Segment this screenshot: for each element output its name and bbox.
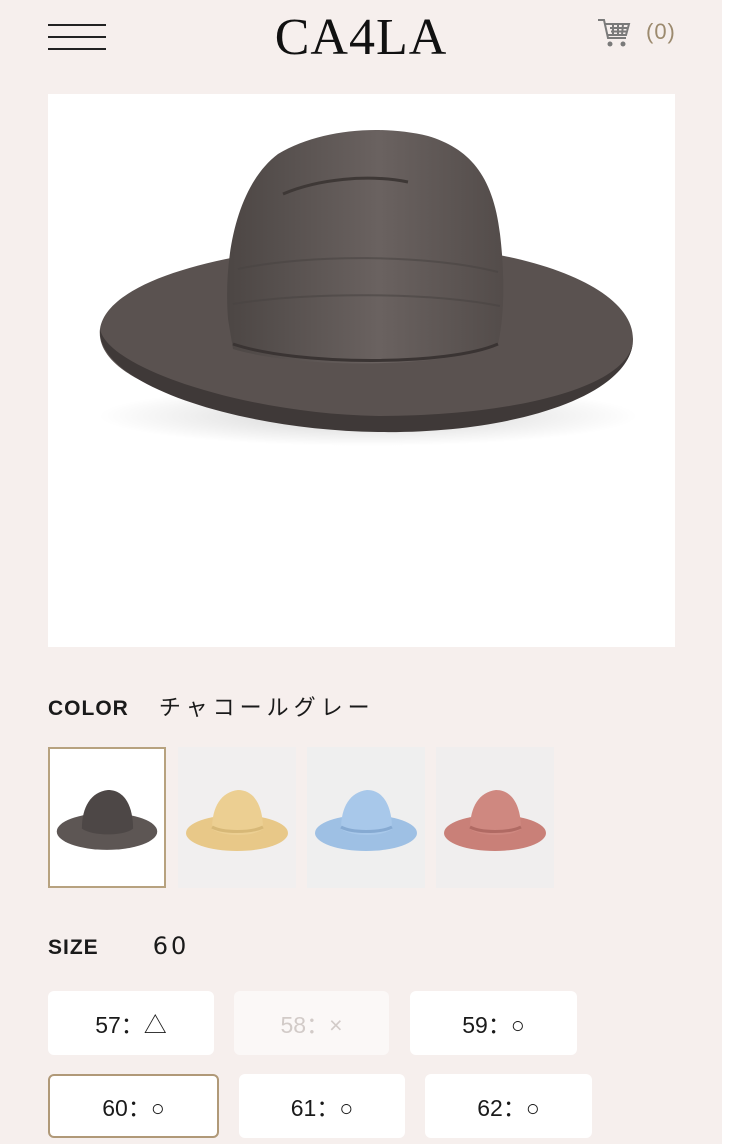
cart-count: (0) (646, 19, 676, 44)
hat-image-icon (98, 130, 638, 446)
page-edge (722, 0, 750, 1144)
swatch-beige[interactable] (178, 747, 296, 888)
charcoal-hat-icon (56, 789, 158, 850)
size-option-61[interactable]: 61：○ (239, 1074, 405, 1138)
product-main-image (48, 94, 675, 647)
size-option-57[interactable]: 57：△ (48, 991, 214, 1055)
cart-icon (598, 19, 631, 47)
size-option-59[interactable]: 59：○ (410, 991, 577, 1055)
size-option-60[interactable]: 60：○ (48, 1074, 219, 1138)
size-label: SIZE (48, 936, 99, 959)
swatch-rose[interactable] (436, 747, 554, 888)
swatch-light-blue[interactable] (307, 747, 425, 888)
rose-hat-icon (436, 747, 554, 888)
size-row: SIZE 60 (48, 932, 189, 960)
swatch-charcoal[interactable] (48, 747, 166, 888)
size-option-58: 58：× (234, 991, 389, 1055)
beige-hat-icon (178, 747, 296, 888)
color-value: チャコールグレー (158, 696, 375, 721)
color-row: COLOR チャコールグレー (48, 690, 375, 722)
light-blue-hat-icon (307, 747, 425, 888)
color-label: COLOR (48, 697, 129, 720)
cart-button[interactable]: (0) (596, 14, 676, 50)
size-value: 60 (152, 932, 190, 960)
size-option-62[interactable]: 62：○ (425, 1074, 592, 1138)
